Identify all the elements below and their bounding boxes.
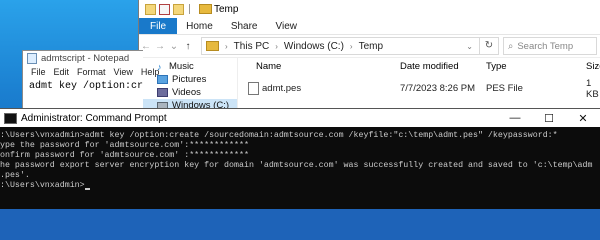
breadcrumb-this-pc[interactable]: This PC [234, 41, 270, 52]
file-list: Name Date modified Type Size admt.pes 7/… [238, 58, 600, 111]
column-header-type[interactable]: Type [486, 61, 507, 72]
quick-access-new-folder-icon[interactable] [173, 3, 184, 15]
minimize-icon[interactable]: — [498, 112, 532, 125]
notepad-titlebar: admtscript - Notepad [23, 51, 143, 65]
file-date: 7/7/2023 8:26 PM [400, 83, 475, 94]
titlebar-divider [189, 4, 190, 14]
menu-file[interactable]: File [31, 67, 46, 77]
column-header-name[interactable]: Name [256, 61, 281, 72]
address-row: ← → ⌄ ↑ › This PC › Windows (C:) › Temp … [139, 35, 600, 58]
breadcrumb-separator-icon[interactable]: › [350, 42, 353, 51]
tab-view[interactable]: View [267, 18, 307, 34]
maximize-icon[interactable]: ☐ [532, 112, 566, 125]
ribbon-tabs: File Home Share View [139, 18, 600, 35]
menu-format[interactable]: Format [77, 67, 106, 77]
text-cursor [84, 188, 90, 190]
breadcrumb-separator-icon[interactable]: › [275, 42, 278, 51]
quick-access-toolbar [139, 3, 184, 15]
cmd-title: Administrator: Command Prompt [21, 112, 167, 124]
recent-chevron-icon[interactable]: ⌄ [167, 41, 181, 52]
tab-share[interactable]: Share [222, 18, 267, 34]
nav-item-label: Videos [172, 87, 201, 98]
nav-item-videos[interactable]: Videos [139, 86, 237, 99]
refresh-icon[interactable]: ↻ [479, 38, 498, 54]
breadcrumb-windows-c[interactable]: Windows (C:) [284, 41, 344, 52]
quick-access-folder-icon[interactable] [145, 3, 156, 15]
window-controls: — ☐ ✕ [498, 112, 600, 125]
console-output[interactable]: :\Users\vnxadmin>admt key /option:create… [0, 127, 600, 191]
column-header-size[interactable]: Size [586, 61, 600, 72]
file-name: admt.pes [262, 83, 302, 94]
menu-view[interactable]: View [114, 67, 133, 77]
cmd-titlebar: Administrator: Command Prompt — ☐ ✕ [0, 109, 600, 127]
address-folder-icon [206, 41, 219, 51]
console-line: ype the password for 'admtsource.com':**… [0, 141, 249, 150]
tab-file[interactable]: File [139, 18, 178, 34]
menu-help[interactable]: Help [141, 67, 160, 77]
console-line: he password export server encryption key… [0, 161, 593, 170]
search-placeholder: Search Temp [517, 40, 574, 52]
console-line: onfirm password for 'admtsource.com' :**… [0, 151, 249, 160]
breadcrumb-separator-icon[interactable]: › [225, 42, 228, 51]
notepad-title: admtscript - Notepad [41, 52, 130, 64]
notepad-menubar: File Edit Format View Help [23, 65, 159, 78]
notepad-window: admtscript - Notepad File Edit Format Vi… [22, 50, 159, 112]
quick-access-properties-icon[interactable] [159, 3, 170, 15]
command-prompt-window: Administrator: Command Prompt — ☐ ✕ :\Us… [0, 108, 600, 209]
up-arrow-icon[interactable]: ↑ [181, 41, 195, 52]
file-icon [248, 82, 259, 95]
search-icon: ⌕ [508, 40, 514, 52]
videos-icon [157, 88, 168, 97]
console-prompt: :\Users\vnxadmin> [0, 181, 85, 190]
notepad-text-area[interactable]: admt key /option:create [23, 78, 143, 92]
console-line: .pes'. [0, 171, 30, 180]
console-icon [4, 112, 17, 124]
explorer-title: Temp [214, 3, 239, 15]
file-size: 1 KB [586, 77, 599, 100]
address-bar[interactable]: › This PC › Windows (C:) › Temp ⌄ ↻ [201, 37, 499, 55]
file-type: PES File [486, 83, 523, 94]
forward-arrow-icon[interactable]: → [153, 41, 167, 52]
nav-item-label: Pictures [172, 74, 207, 85]
nav-item-label: Music [169, 61, 194, 72]
tab-home[interactable]: Home [177, 18, 222, 34]
file-explorer-window: Temp File Home Share View ← → ⌄ ↑ › This… [138, 0, 600, 112]
address-dropdown-icon[interactable]: ⌄ [466, 42, 473, 51]
file-row[interactable]: admt.pes 7/7/2023 8:26 PM PES File 1 KB [238, 78, 600, 100]
console-prompt-line: :\Users\vnxadmin> [0, 181, 600, 191]
explorer-body: ♪ Music Pictures Videos Windows (C:) Nam… [139, 58, 600, 112]
notepad-icon [27, 52, 37, 64]
explorer-titlebar: Temp [139, 0, 600, 18]
column-header-date[interactable]: Date modified [400, 61, 459, 72]
search-input[interactable]: ⌕ Search Temp [503, 37, 597, 55]
menu-edit[interactable]: Edit [54, 67, 70, 77]
console-line: :\Users\vnxadmin>admt key /option:create… [0, 131, 558, 140]
folder-icon [199, 4, 212, 14]
close-icon[interactable]: ✕ [566, 112, 600, 125]
breadcrumb-temp[interactable]: Temp [359, 41, 383, 52]
